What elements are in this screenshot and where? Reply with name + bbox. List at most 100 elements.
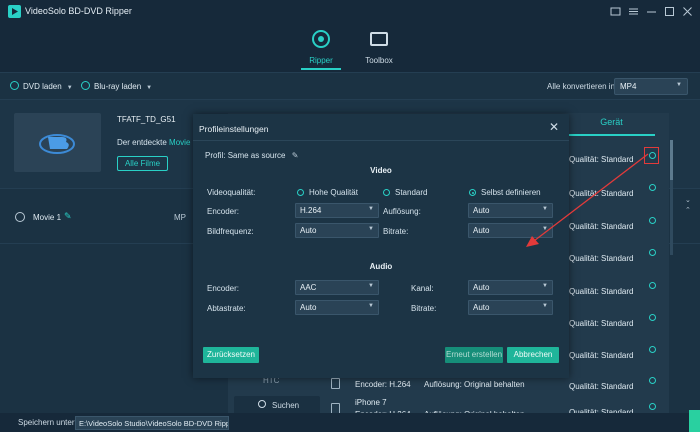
save-path-field[interactable]: E:\VideoSolo Studio\VideoSolo BD-DVD Rip… <box>75 416 229 430</box>
chevron-down-icon[interactable]: ▼ <box>67 85 73 91</box>
device-tab-underline <box>568 134 655 136</box>
create-new-button[interactable]: Erneut erstellen <box>445 347 503 363</box>
audio-encoder-label: Encoder: <box>207 284 240 293</box>
audio-section-header: Audio <box>369 262 393 271</box>
edit-icon[interactable]: ✎ <box>64 211 72 222</box>
quality-row: Qualität: Standard <box>569 351 634 360</box>
chevron-down-icon: ▼ <box>368 226 374 232</box>
bitrate-select[interactable]: Auto ▼ <box>468 223 553 238</box>
disc-title: TFATF_TD_G51 <box>117 115 176 124</box>
chevron-down-icon: ▼ <box>368 206 374 212</box>
audio-bitrate-label: Bitrate: <box>411 304 437 313</box>
resolution-label: Auflösung: <box>383 207 421 216</box>
encoder-label: Encoder: <box>207 207 240 216</box>
quality-row: Qualität: Standard <box>569 254 634 263</box>
load-bluray-label: Blu-ray laden <box>94 82 142 91</box>
movie-format[interactable]: MP <box>174 213 186 222</box>
feedback-icon[interactable] <box>610 6 621 17</box>
samplerate-label: Abtastrate: <box>207 304 246 313</box>
audio-bitrate-value: Auto <box>473 303 490 312</box>
bottom-bar: Speichern unter: E:\VideoSolo Studio\Vid… <box>0 413 700 432</box>
convert-all-label: Alle konvertieren in: <box>547 82 618 91</box>
samplerate-select[interactable]: Auto ▼ <box>295 300 379 315</box>
tab-ripper-label: Ripper <box>309 56 333 65</box>
load-dvd-button[interactable]: DVD laden ▼ <box>10 81 73 91</box>
gear-icon[interactable] <box>649 282 656 289</box>
profile-label: Profil: <box>205 151 226 160</box>
convert-all-value: MP4 <box>620 82 637 91</box>
quality-row: Qualität: Standard <box>569 222 634 231</box>
gear-icon[interactable] <box>649 403 656 410</box>
gear-icon[interactable] <box>649 377 656 384</box>
all-films-button[interactable]: Alle Filme <box>117 156 168 171</box>
top-nav: Ripper Toolbox <box>0 24 700 72</box>
dvd-icon <box>10 81 19 90</box>
gear-icon[interactable] <box>649 217 656 224</box>
device-icon <box>331 378 340 389</box>
encoder-select[interactable]: H.264 ▼ <box>295 203 379 218</box>
gear-icon[interactable] <box>649 346 656 353</box>
load-dvd-label: DVD laden <box>23 82 62 91</box>
toolbox-icon <box>370 32 388 46</box>
framerate-value: Auto <box>300 226 317 235</box>
framerate-select[interactable]: Auto ▼ <box>295 223 379 238</box>
expand-collapse-icons[interactable]: ⌄ ⌃ <box>685 196 691 216</box>
convert-all-select[interactable]: MP4 ▼ <box>614 78 688 95</box>
channel-select[interactable]: Auto ▼ <box>468 280 553 295</box>
gear-icon[interactable] <box>649 184 656 191</box>
device-encoder: Encoder: H.264 <box>355 380 411 389</box>
minimize-icon[interactable] <box>646 6 657 17</box>
close-icon[interactable] <box>682 6 693 17</box>
load-bluray-button[interactable]: Blu-ray laden ▼ <box>81 81 152 91</box>
cancel-button[interactable]: Abbrechen <box>507 347 559 363</box>
tab-toolbox[interactable]: Toolbox <box>349 28 409 68</box>
radio-dot <box>297 189 304 196</box>
chevron-down-icon: ▼ <box>542 226 548 232</box>
tab-underline <box>301 68 341 70</box>
disc-icon <box>312 30 330 48</box>
bitrate-value: Auto <box>473 226 490 235</box>
menu-icon[interactable] <box>628 6 639 17</box>
profile-value: Same as source <box>227 151 286 160</box>
play-icon[interactable] <box>15 212 25 222</box>
app-logo-icon <box>8 5 21 18</box>
app-title: VideoSolo BD-DVD Ripper <box>25 6 132 16</box>
audio-encoder-select[interactable]: AAC ▼ <box>295 280 379 295</box>
quality-row: Qualität: Standard <box>569 319 634 328</box>
reset-button[interactable]: Zurücksetzen <box>203 347 259 363</box>
bluray-logo-icon <box>39 134 75 154</box>
device-name[interactable]: iPhone 7 <box>355 398 387 407</box>
device-tab[interactable]: Gerät <box>568 117 655 127</box>
gear-icon[interactable] <box>649 314 656 321</box>
radio-high-quality[interactable]: Hohe Qualität <box>297 188 358 197</box>
tab-ripper[interactable]: Ripper <box>291 28 351 70</box>
close-icon[interactable]: ✕ <box>549 120 559 134</box>
chevron-down-icon: ▼ <box>368 303 374 309</box>
channel-label: Kanal: <box>411 284 434 293</box>
maximize-icon[interactable] <box>664 6 675 17</box>
radio-custom-label: Selbst definieren <box>481 188 541 197</box>
radio-custom[interactable]: Selbst definieren <box>469 188 541 197</box>
chevron-down-icon: ▼ <box>676 82 682 88</box>
disc-found-prefix: Der entdeckte <box>117 138 167 147</box>
quality-row: Qualität: Standard <box>569 155 634 164</box>
resolution-value: Auto <box>473 206 490 215</box>
convert-button-edge[interactable] <box>689 410 700 432</box>
device-scrollbar-thumb[interactable] <box>670 140 673 180</box>
quality-row: Qualität: Standard <box>569 287 634 296</box>
chevron-down-icon[interactable]: ▼ <box>146 85 152 91</box>
gear-icon[interactable] <box>649 249 656 256</box>
audio-bitrate-select[interactable]: Auto ▼ <box>468 300 553 315</box>
radio-standard[interactable]: Standard <box>383 188 427 197</box>
radio-high-quality-label: Hohe Qualität <box>309 188 358 197</box>
video-quality-label: Videoqualität: <box>207 188 256 197</box>
disc-found-text: Der entdeckte Movie 1 <box>117 138 197 147</box>
channel-value: Auto <box>473 283 490 292</box>
resolution-select[interactable]: Auto ▼ <box>468 203 553 218</box>
search-icon <box>258 400 266 408</box>
chevron-down-icon: ▼ <box>542 303 548 309</box>
chevron-down-icon: ▼ <box>542 283 548 289</box>
audio-encoder-value: AAC <box>300 283 317 292</box>
edit-icon[interactable]: ✎ <box>292 151 299 160</box>
chevron-down-icon: ▼ <box>542 206 548 212</box>
